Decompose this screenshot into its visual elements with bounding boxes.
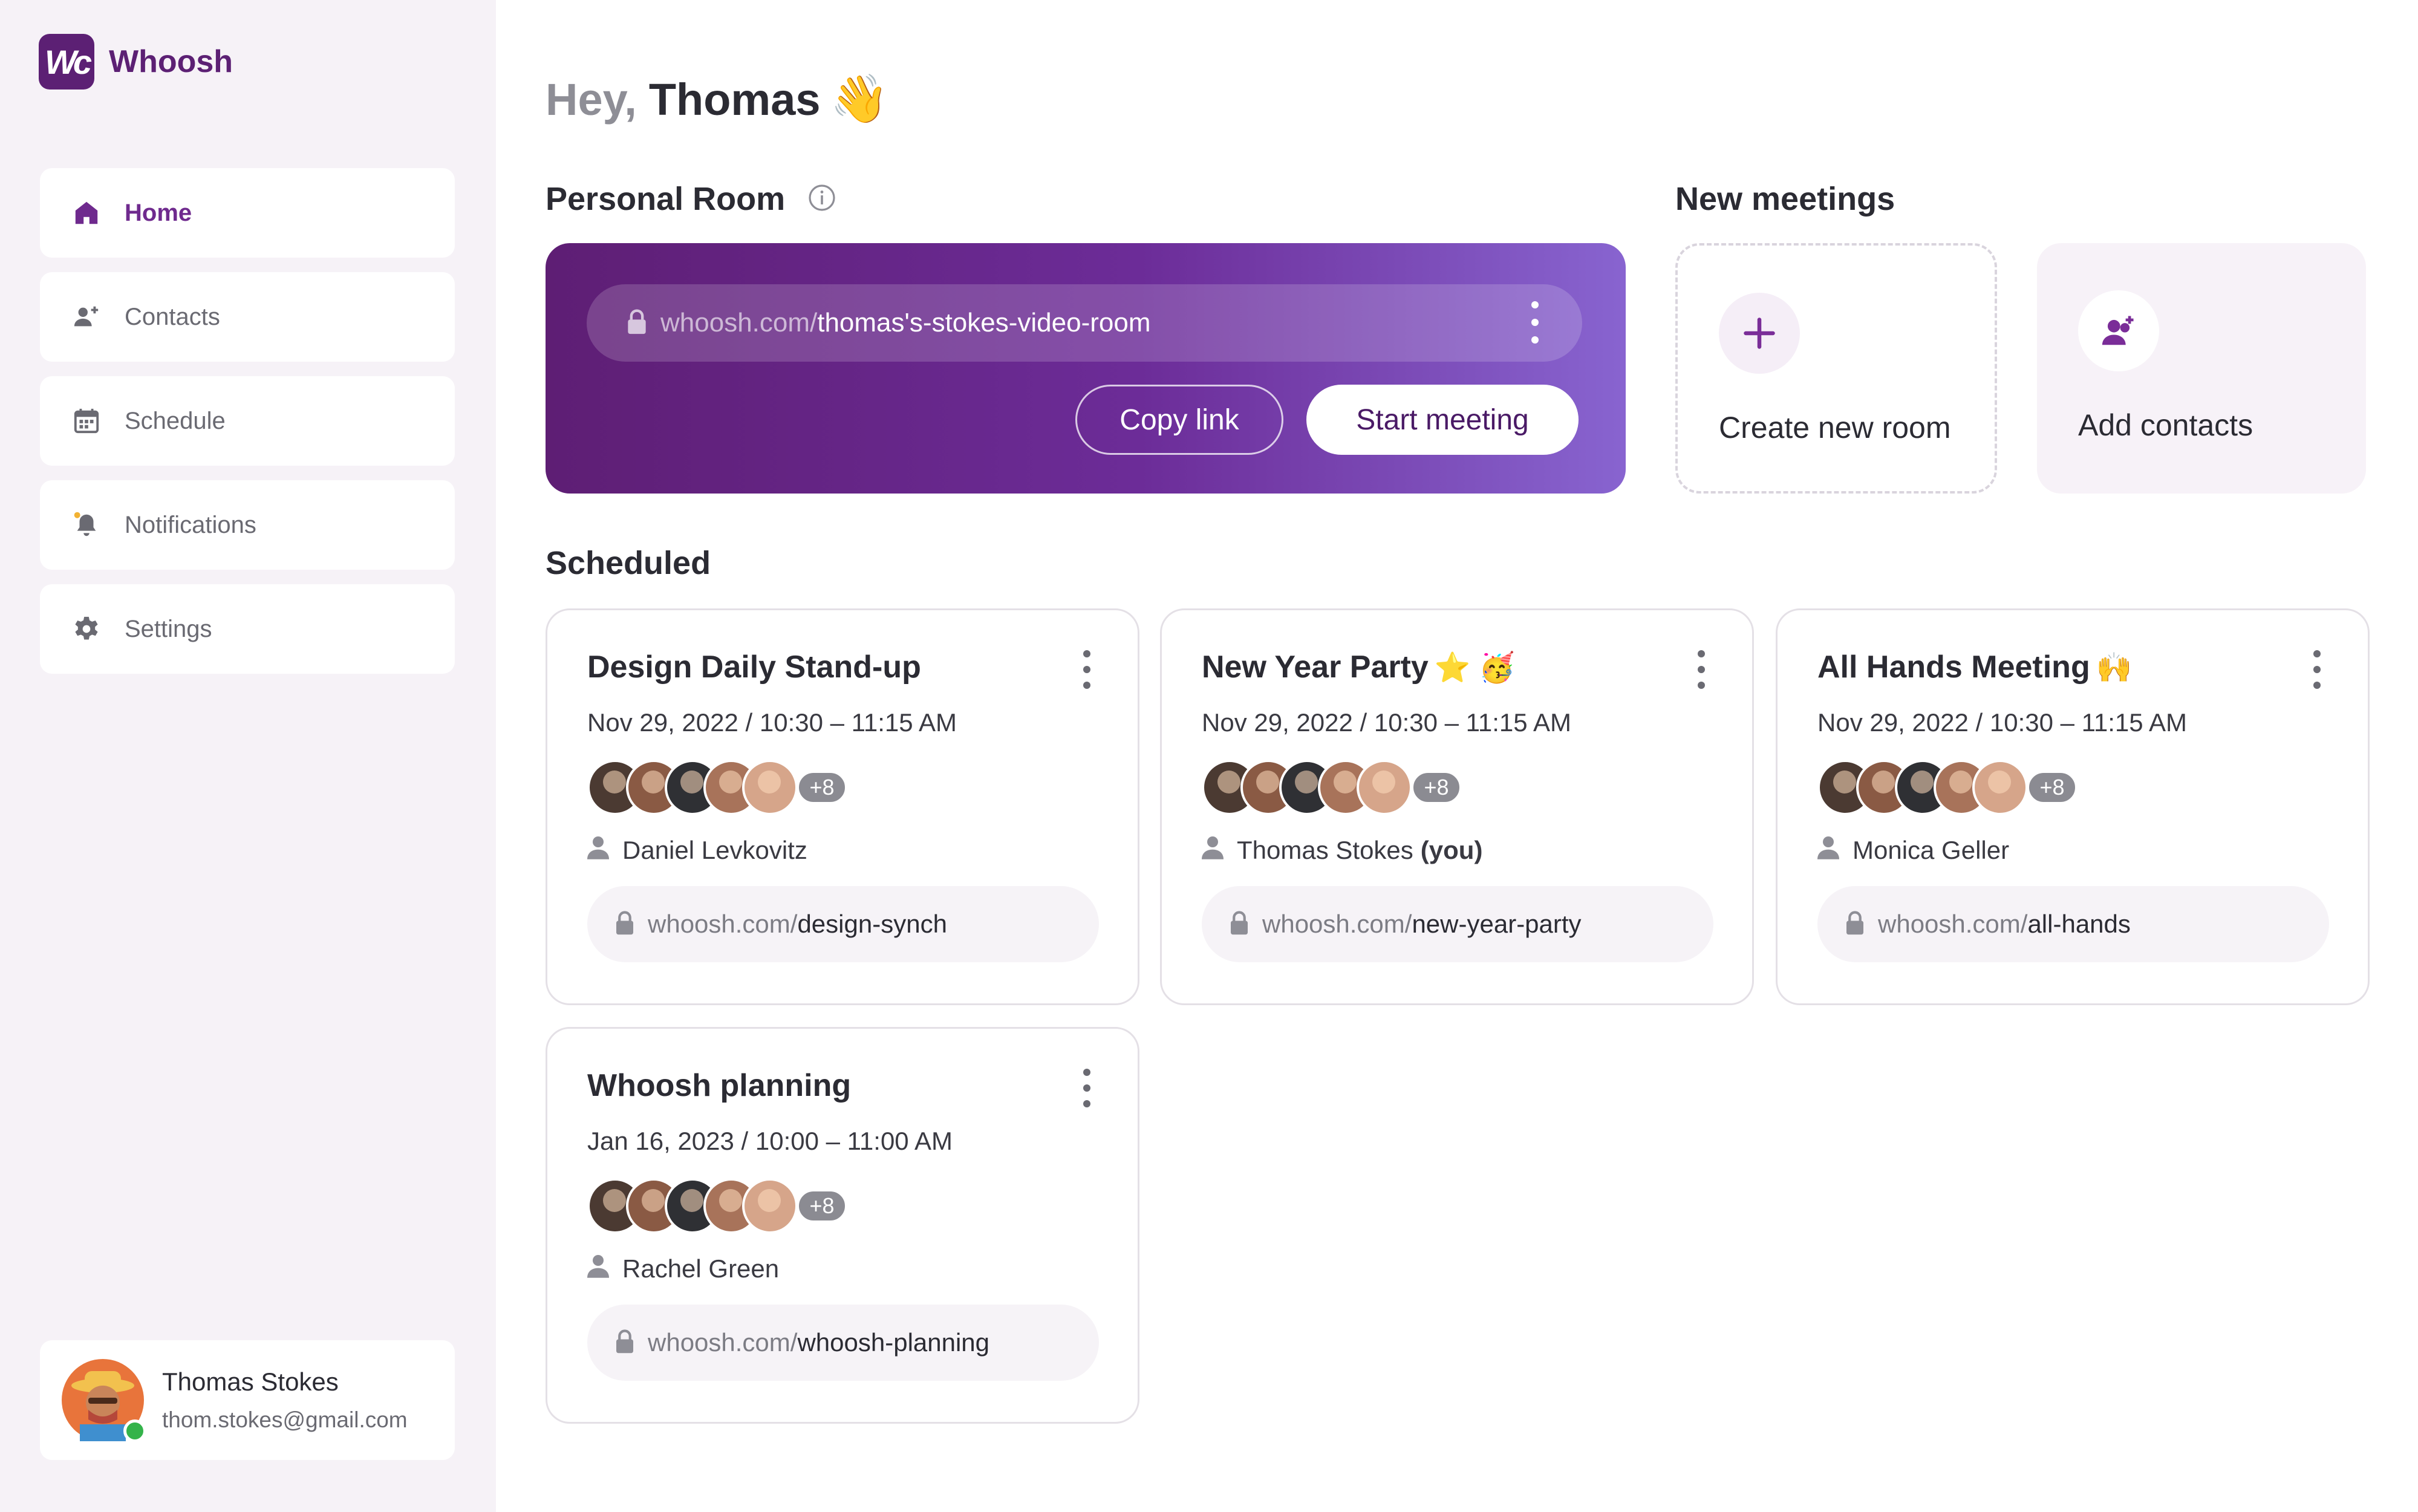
more-participants-badge: +8 — [1411, 771, 1462, 804]
lock-icon — [614, 1329, 636, 1357]
meeting-link[interactable]: whoosh.com/whoosh-planning — [587, 1305, 1099, 1381]
new-meetings-heading: New meetings — [1675, 181, 1895, 217]
start-meeting-button[interactable]: Start meeting — [1306, 385, 1579, 455]
sidebar-item-settings[interactable]: Settings — [40, 584, 455, 674]
meeting-title: New Year Party ⭐ 🥳 — [1202, 650, 1515, 685]
meeting-link[interactable]: whoosh.com/design-synch — [587, 886, 1099, 962]
meeting-host: Monica Geller — [1817, 835, 2016, 865]
sidebar: Wc Whoosh Home Contacts Schedule Notific… — [0, 0, 496, 1512]
personal-room-heading: Personal Room — [546, 180, 836, 220]
more-options-icon[interactable] — [2312, 650, 2322, 689]
participant-avatars[interactable]: +8 — [587, 760, 847, 815]
more-options-icon[interactable] — [1082, 650, 1092, 689]
scheduled-heading: Scheduled — [546, 545, 711, 581]
sidebar-item-label: Home — [125, 199, 192, 226]
info-icon[interactable] — [807, 183, 836, 220]
create-new-room-label: Create new room — [1719, 411, 1951, 445]
add-contacts-card[interactable]: Add contacts — [2037, 243, 2366, 494]
scheduled-meeting-card[interactable]: New Year Party ⭐ 🥳 Nov 29, 2022 / 10:30 –… — [1160, 608, 1754, 1005]
lock-icon — [1228, 910, 1250, 939]
app-logo[interactable]: Wc Whoosh — [39, 34, 233, 90]
logo-mark-icon: Wc — [39, 34, 94, 90]
greeting-name: Thomas — [648, 74, 821, 125]
participant-avatars[interactable]: +8 — [1202, 760, 1462, 815]
avatar — [1357, 760, 1412, 815]
sidebar-item-contacts[interactable]: Contacts — [40, 272, 455, 362]
meeting-link[interactable]: whoosh.com/new-year-party — [1202, 886, 1713, 962]
avatar — [1972, 760, 2028, 815]
personal-room-banner: whoosh.com/ thomas's-stokes-video-room C… — [546, 243, 1626, 494]
person-icon — [1202, 835, 1224, 865]
meeting-host: Thomas Stokes (you) — [1202, 835, 1482, 865]
url-domain: whoosh.com/ — [660, 308, 818, 337]
lock-icon — [1844, 910, 1866, 939]
contacts-icon — [71, 302, 102, 332]
app-name: Whoosh — [109, 44, 233, 79]
user-email: thom.stokes@gmail.com — [162, 1407, 408, 1432]
avatar — [62, 1359, 146, 1442]
more-options-icon[interactable] — [1696, 650, 1706, 689]
participant-avatars[interactable]: +8 — [587, 1178, 847, 1234]
copy-link-button[interactable]: Copy link — [1075, 385, 1283, 455]
online-status-indicator — [123, 1419, 146, 1442]
sidebar-item-home[interactable]: Home — [40, 168, 455, 258]
meeting-link[interactable]: whoosh.com/all-hands — [1817, 886, 2329, 962]
scheduled-meeting-card[interactable]: Design Daily Stand-up Nov 29, 2022 / 10:… — [546, 608, 1139, 1005]
meeting-date: Nov 29, 2022 / 10:30 – 11:15 AM — [1817, 708, 2187, 737]
person-icon — [587, 835, 609, 865]
scheduled-meeting-card[interactable]: All Hands Meeting 🙌 Nov 29, 2022 / 10:30 … — [1776, 608, 2370, 1005]
sidebar-item-notifications[interactable]: Notifications — [40, 480, 455, 570]
gear-icon — [71, 614, 102, 644]
user-profile-card[interactable]: Thomas Stokes thom.stokes@gmail.com — [40, 1340, 455, 1460]
scheduled-meeting-card[interactable]: Whoosh planning Jan 16, 2023 / 10:00 – 1… — [546, 1027, 1139, 1424]
more-participants-badge: +8 — [2027, 771, 2077, 804]
meeting-host: Daniel Levkovitz — [587, 835, 815, 865]
waving-hand-icon: 👋 — [830, 72, 889, 125]
meeting-title: All Hands Meeting 🙌 — [1817, 650, 2133, 685]
lock-icon — [614, 910, 636, 939]
avatar — [742, 760, 798, 815]
home-icon — [71, 198, 102, 228]
meeting-date: Jan 16, 2023 / 10:00 – 11:00 AM — [587, 1127, 953, 1155]
more-options-icon[interactable] — [1082, 1069, 1092, 1107]
add-contacts-icon — [2078, 290, 2159, 371]
personal-room-title: Personal Room — [546, 181, 786, 217]
person-icon — [1817, 835, 1839, 865]
sidebar-item-label: Schedule — [125, 407, 226, 434]
plus-icon — [1719, 293, 1800, 374]
meeting-title: Whoosh planning — [587, 1068, 852, 1103]
more-options-icon[interactable] — [1529, 301, 1541, 344]
sidebar-item-schedule[interactable]: Schedule — [40, 376, 455, 466]
meeting-date: Nov 29, 2022 / 10:30 – 11:15 AM — [587, 708, 957, 737]
lock-icon — [625, 308, 648, 338]
participant-avatars[interactable]: +8 — [1817, 760, 2077, 815]
sidebar-item-label: Notifications — [125, 511, 256, 538]
page-greeting: Hey, Thomas 👋 — [546, 71, 889, 127]
meeting-host: Rachel Green — [587, 1254, 786, 1284]
add-contacts-label: Add contacts — [2078, 408, 2253, 442]
user-name: Thomas Stokes — [162, 1367, 339, 1396]
greeting-prefix: Hey, — [546, 74, 637, 125]
more-participants-badge: +8 — [797, 771, 847, 804]
url-path: thomas's-stokes-video-room — [817, 308, 1151, 337]
calendar-icon — [71, 406, 102, 436]
create-new-room-card[interactable]: Create new room — [1675, 243, 1997, 494]
personal-room-url-bar[interactable]: whoosh.com/ thomas's-stokes-video-room — [587, 284, 1582, 362]
bell-icon — [71, 510, 102, 540]
sidebar-item-label: Contacts — [125, 303, 220, 330]
person-icon — [587, 1254, 609, 1284]
more-participants-badge: +8 — [797, 1189, 847, 1223]
avatar — [742, 1178, 798, 1234]
sidebar-item-label: Settings — [125, 615, 212, 642]
meeting-title: Design Daily Stand-up — [587, 650, 921, 685]
meeting-date: Nov 29, 2022 / 10:30 – 11:15 AM — [1202, 708, 1571, 737]
